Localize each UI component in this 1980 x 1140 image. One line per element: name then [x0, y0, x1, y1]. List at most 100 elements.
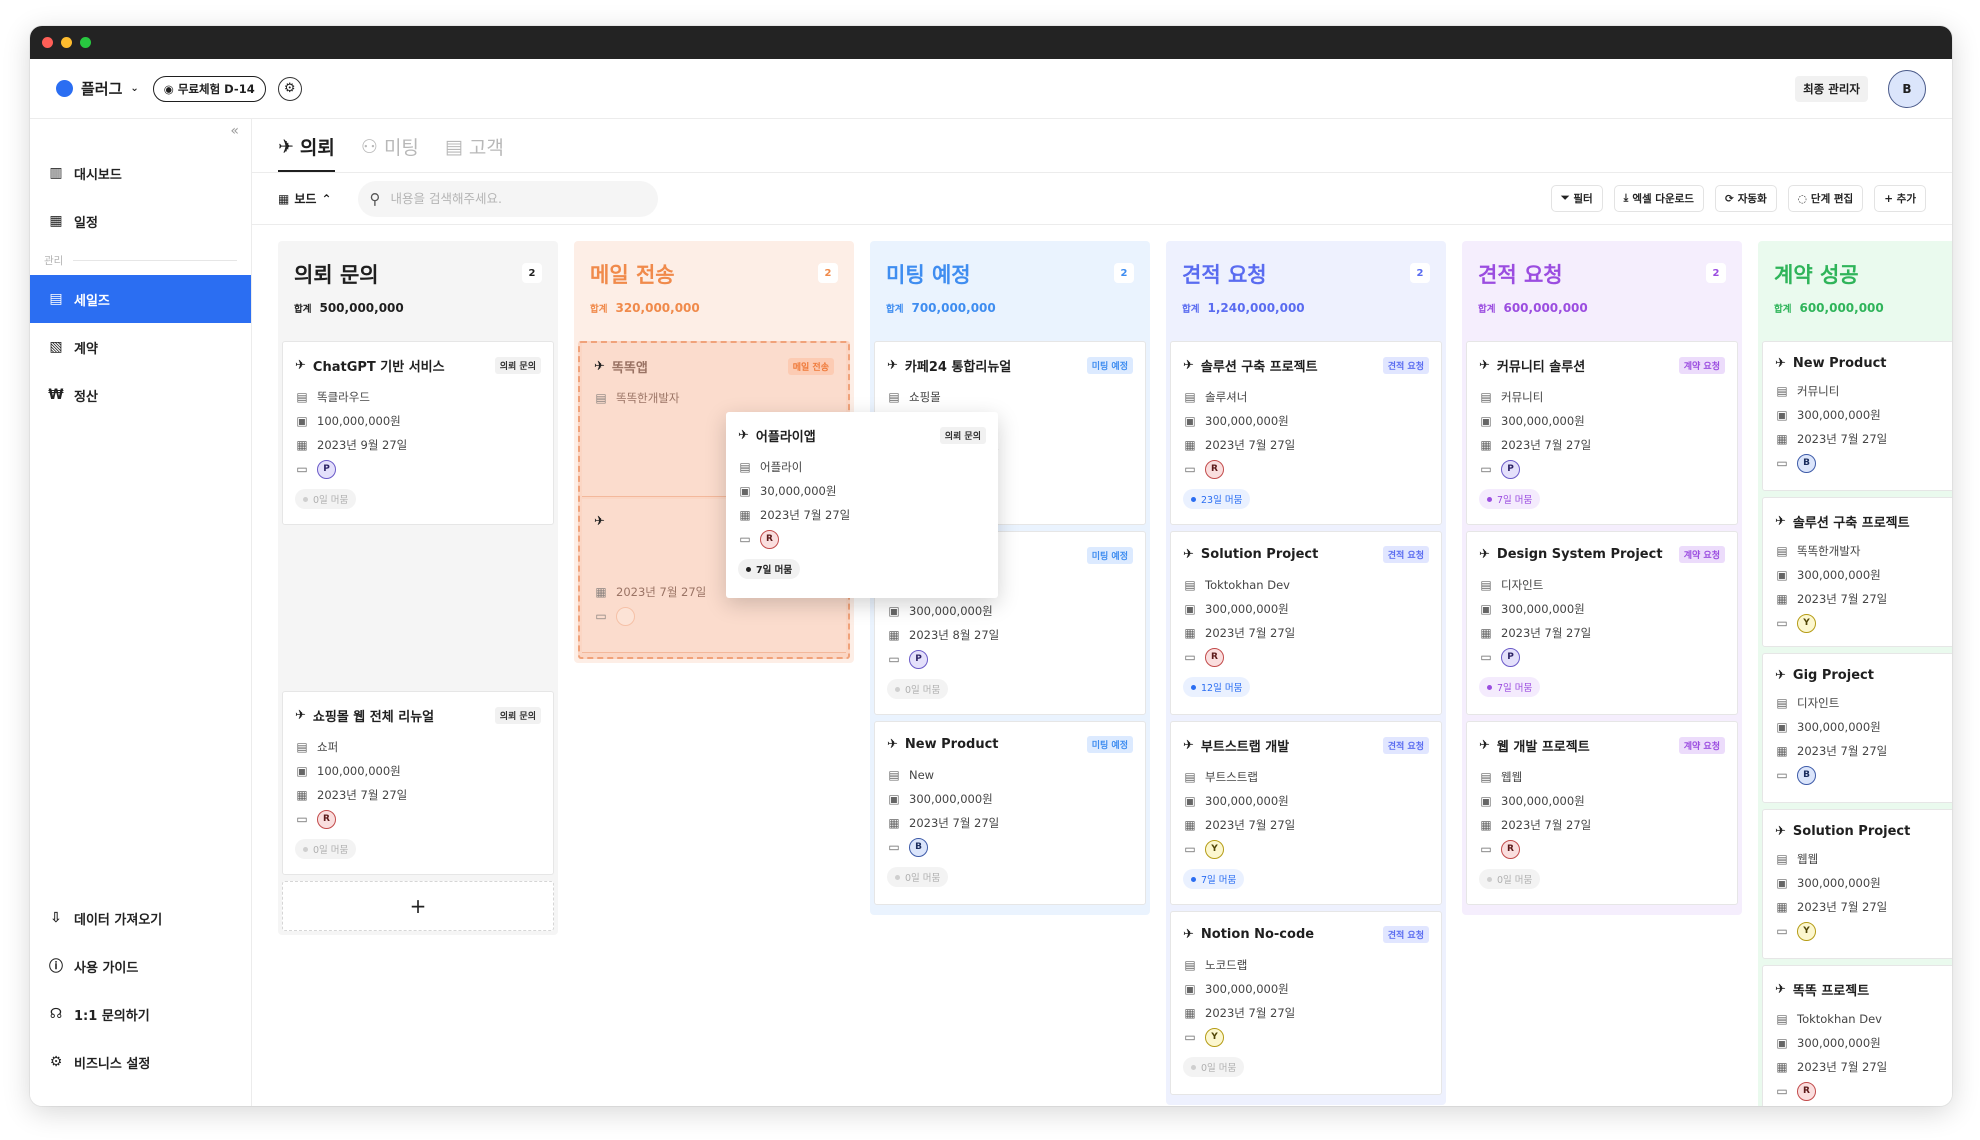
send-icon: ✈ [1775, 514, 1786, 529]
sidebar-item-label: 일정 [74, 215, 98, 231]
owner-avatar[interactable]: R [760, 529, 779, 549]
owner-avatar[interactable]: Y [1797, 613, 1816, 633]
deal-card[interactable]: ✈ 웹 개발 프로젝트 계약 요청 ▤ 웹웹 ▣ 300,000,000원 ▦ 2023년 7월… [1466, 721, 1738, 905]
stay-badge: 7일 머뭄 [1479, 489, 1541, 509]
deal-card[interactable]: ✈ 솔루션 구축 프로젝트 ▤ 똑똑한개발자 ▣ 300,000,000원 ▦ 2023년 7… [1762, 497, 1952, 647]
owner-avatar[interactable]: R [1205, 459, 1224, 479]
sidebar-item-support[interactable]: ☊ 1:1 문의하기 [30, 990, 251, 1038]
owner-avatar[interactable]: P [317, 459, 336, 479]
deal-card[interactable]: ✈ 부트스트랩 개발 견적 요청 ▤ 부트스트랩 ▣ 300,000,000원 ▦ 2023년 … [1170, 721, 1442, 905]
minimize-window-button[interactable] [61, 37, 72, 48]
owner-avatar[interactable]: Y [1205, 839, 1224, 859]
owner-avatar[interactable]: B [909, 837, 928, 857]
card-owner-row: ▭ P [1479, 459, 1725, 479]
view-label: 보드 [294, 192, 317, 206]
card-title: New Product [1792, 356, 1887, 371]
deal-card[interactable]: ✈ Solution Project ▤ 웹웹 ▣ 300,000,000원 ▦ 2023년 … [1762, 809, 1952, 959]
main-content: ✈의뢰 ⚇미팅 ▤고객 ▦보드⌃ ⚲ ⏷필터 ⤓엑셀 다운로드 ⟳자동화 ◌단계… [252, 119, 1952, 1106]
deal-card[interactable]: ✈ Gig Project ▤ 디자인트 ▣ 300,000,000원 ▦ 2023년 7월 … [1762, 653, 1952, 803]
sidebar-item-label: 대시보드 [74, 167, 122, 183]
owner-avatar[interactable]: R [1501, 839, 1520, 859]
deal-card[interactable]: ✈ 솔루션 구축 프로젝트 견적 요청 ▤ 솔루셔너 ▣ 300,000,000원 ▦ 2023… [1170, 341, 1442, 525]
card-date: 2023년 7월 27일 [1797, 432, 1888, 446]
sidebar-item-contract[interactable]: ▧ 계약 [30, 323, 251, 371]
building-icon: ▤ [1184, 578, 1196, 592]
maximize-window-button[interactable] [80, 37, 91, 48]
total-label: 합계 [886, 304, 904, 315]
tab-meetings[interactable]: ⚇ 미팅 [361, 133, 419, 172]
deal-card[interactable]: ✈ New Product ▤ 커뮤니티 ▣ 300,000,000원 ▦ 2023년 7월 … [1762, 341, 1952, 491]
deal-card[interactable]: ✈ New Product 미팅 예정 ▤ New ▣ 300,000,000원 ▦ 2023년… [874, 721, 1146, 905]
close-window-button[interactable] [42, 37, 53, 48]
workspace-switcher[interactable]: 플러그 ⌄ [56, 78, 139, 99]
stay-label: 12일 머뭄 [1201, 683, 1243, 694]
dragging-card[interactable]: ✈ 어플라이앱 의뢰 문의 ▤ 어플라이 ▣ 30,000,000원 ▦ 2023년 … [726, 412, 998, 598]
briefcase-icon: ▭ [1480, 842, 1492, 856]
sidebar-item-import[interactable]: ⇩ 데이터 가져오기 [30, 894, 251, 942]
deal-card[interactable]: ✈ Design System Project 계약 요청 ▤ 디자인트 ▣ 300,000… [1466, 531, 1738, 715]
sidebar-item-guide[interactable]: ⓘ 사용 가이드 [30, 942, 251, 990]
filter-button[interactable]: ⏷ 필터 [1550, 185, 1603, 212]
owner-avatar[interactable]: P [1501, 647, 1520, 667]
stay-dot [303, 496, 308, 502]
deal-card[interactable]: ✈ 커뮤니티 솔루션 계약 요청 ▤ 커뮤니티 ▣ 300,000,000원 ▦ 2023년 7… [1466, 341, 1738, 525]
deal-card[interactable]: ✈ Solution Project 견적 요청 ▤ Toktokhan Dev ▣ 300… [1170, 531, 1442, 715]
deal-card[interactable]: ✈ ChatGPT 기반 서비스 의뢰 문의 ▤ 똑클라우드 ▣ 100,000,000원 ▦… [282, 341, 554, 525]
add-button[interactable]: + 추가 [1874, 185, 1926, 212]
excel-download-button[interactable]: ⤓ 엑셀 다운로드 [1613, 185, 1704, 212]
card-date-row: ▦ 2023년 7월 27일 [1479, 817, 1725, 833]
column-title: 견적 요청 [1182, 263, 1267, 287]
stay-label: 7일 머뭄 [756, 565, 793, 576]
card-amount: 300,000,000원 [1205, 982, 1289, 996]
sidebar-item-sales[interactable]: ▤ 세일즈 [30, 275, 251, 323]
stage-chip: 미팅 예정 [1086, 357, 1133, 374]
send-icon: ✈ [1479, 738, 1490, 753]
owner-avatar[interactable]: R [1205, 647, 1224, 667]
owner-avatar[interactable]: Y [1797, 921, 1816, 941]
card-company-row: ▤ 똑똑한개발자 [1775, 543, 1952, 559]
column-total: 합계 700,000,000 [886, 301, 1134, 315]
card-date-row: ▦ 2023년 7월 27일 [1183, 437, 1429, 453]
sidebar-bottom-nav: ⇩ 데이터 가져오기 ⓘ 사용 가이드 ☊ 1:1 문의하기 ⚙ 비즈니스 설정 [30, 894, 251, 1086]
board-column: 견적 요청 2 합계 600,000,000 ✈ 커뮤니티 솔루션 계약 요청 ▤ 커뮤니티 ▣ 3… [1462, 241, 1742, 915]
sidebar-item-label: 계약 [74, 341, 98, 357]
column-count-badge: 2 [818, 263, 838, 283]
contract-icon: ▧ [49, 339, 63, 355]
card-owner-row: ▭ P [887, 649, 1133, 669]
calendar-icon: ▦ [1776, 1060, 1788, 1074]
sidebar-item-business-settings[interactable]: ⚙ 비즈니스 설정 [30, 1038, 251, 1086]
column-count-badge: 2 [1114, 263, 1134, 283]
view-toggle[interactable]: ▦ 보드 ⌃ [278, 190, 332, 207]
card-amount: 30,000,000원 [760, 484, 837, 498]
tab-customers[interactable]: ▤ 고객 [445, 133, 504, 172]
add-card-button[interactable]: + [282, 881, 554, 931]
card-owner-row: ▭R [1183, 459, 1429, 479]
search-input[interactable] [390, 191, 631, 206]
sidebar-item-schedule[interactable]: ▦ 일정 [30, 197, 251, 245]
deal-card[interactable]: ✈ 쇼핑몰 웹 전체 리뉴얼 의뢰 문의 ▤ 쇼퍼 ▣ 100,000,000원 ▦ 2023년… [282, 691, 554, 875]
owner-avatar[interactable]: Y [1205, 1027, 1224, 1047]
deal-card[interactable]: ✈ 똑똑 프로젝트 ▤ Toktokhan Dev ▣ 300,000,000원 ▦ 2023… [1762, 965, 1952, 1106]
card-company: 쇼퍼 [317, 740, 339, 754]
owner-avatar[interactable]: B [1797, 453, 1816, 473]
sidebar-item-label: 사용 가이드 [74, 960, 139, 976]
user-avatar[interactable]: B [1888, 69, 1926, 108]
automation-button[interactable]: ⟳ 자동화 [1714, 185, 1777, 212]
owner-avatar[interactable]: B [1797, 765, 1816, 785]
workspace-settings-button[interactable]: ⚙ [277, 76, 302, 101]
edit-stages-button[interactable]: ◌ 단계 편집 [1787, 185, 1864, 212]
owner-avatar[interactable]: R [317, 809, 336, 829]
people-icon: ⚇ [360, 135, 378, 158]
amount-icon: ▣ [1776, 720, 1788, 734]
chevrons-left-icon[interactable]: « [230, 123, 239, 139]
owner-avatar[interactable]: P [909, 649, 928, 669]
owner-avatar[interactable]: P [1501, 459, 1520, 479]
total-label: 합계 [590, 304, 608, 315]
trial-badge[interactable]: ◉ 무료체험 D-14 [152, 75, 266, 102]
sidebar-item-dashboard[interactable]: ▥ 대시보드 [30, 149, 251, 197]
card-title: 솔루션 구축 프로젝트 [1792, 516, 1910, 531]
owner-avatar[interactable]: R [1797, 1081, 1816, 1101]
sidebar-item-settlement[interactable]: ₩ 정산 [30, 371, 251, 419]
tab-requests[interactable]: ✈ 의뢰 [278, 133, 335, 172]
deal-card[interactable]: ✈ Notion No-code 견적 요청 ▤ 노코드랩 ▣ 300,000,000원 ▦ 2… [1170, 911, 1442, 1095]
